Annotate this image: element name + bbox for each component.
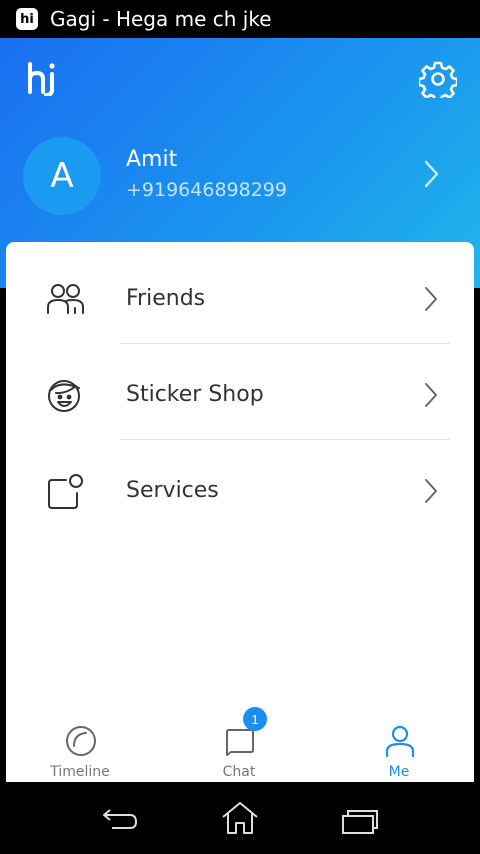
tab-me[interactable]: Me: [339, 720, 459, 782]
avatar[interactable]: A: [23, 137, 101, 215]
sticker-face-icon: [48, 380, 80, 412]
bottom-nav: Timeline Chat Me: [6, 700, 474, 782]
hike-logo: [28, 62, 55, 96]
status-bar: hi Gagi - Hega me ch jke: [0, 0, 480, 38]
tab-chat[interactable]: Chat: [179, 720, 299, 782]
menu-item-services[interactable]: Services: [6, 440, 474, 536]
menu-item-label: Friends: [126, 286, 206, 311]
chevron-right-icon: [425, 287, 437, 311]
menu-item-label: Services: [126, 478, 219, 503]
friends-icon: [47, 284, 84, 314]
recents-icon[interactable]: [340, 806, 380, 836]
chevron-right-icon[interactable]: [420, 158, 442, 190]
notification-ticker: Gagi - Hega me ch jke: [50, 7, 272, 31]
home-icon[interactable]: [220, 800, 260, 836]
gear-icon[interactable]: [419, 60, 457, 98]
hike-logo-icon: hi: [16, 8, 38, 30]
tab-label: Me: [388, 764, 410, 780]
menu-item-label: Sticker Shop: [126, 382, 264, 407]
tab-timeline[interactable]: Timeline: [20, 720, 140, 782]
services-icon: [48, 474, 83, 509]
chevron-right-icon: [425, 383, 437, 407]
system-nav-bar: [0, 782, 480, 854]
chevron-right-icon: [425, 479, 437, 503]
profile-name[interactable]: Amit: [126, 147, 177, 172]
menu-item-friends[interactable]: Friends: [6, 248, 474, 344]
tab-label: Timeline: [50, 764, 110, 780]
menu-item-sticker-shop[interactable]: Sticker Shop: [6, 344, 474, 440]
profile-phone: +919646898299: [126, 179, 287, 201]
tab-label: Chat: [222, 764, 256, 780]
timeline-icon: [66, 726, 96, 756]
chat-unread-badge: 1: [243, 707, 267, 731]
avatar-initial: A: [50, 156, 74, 196]
back-icon[interactable]: [100, 804, 140, 834]
person-icon: [385, 725, 415, 758]
